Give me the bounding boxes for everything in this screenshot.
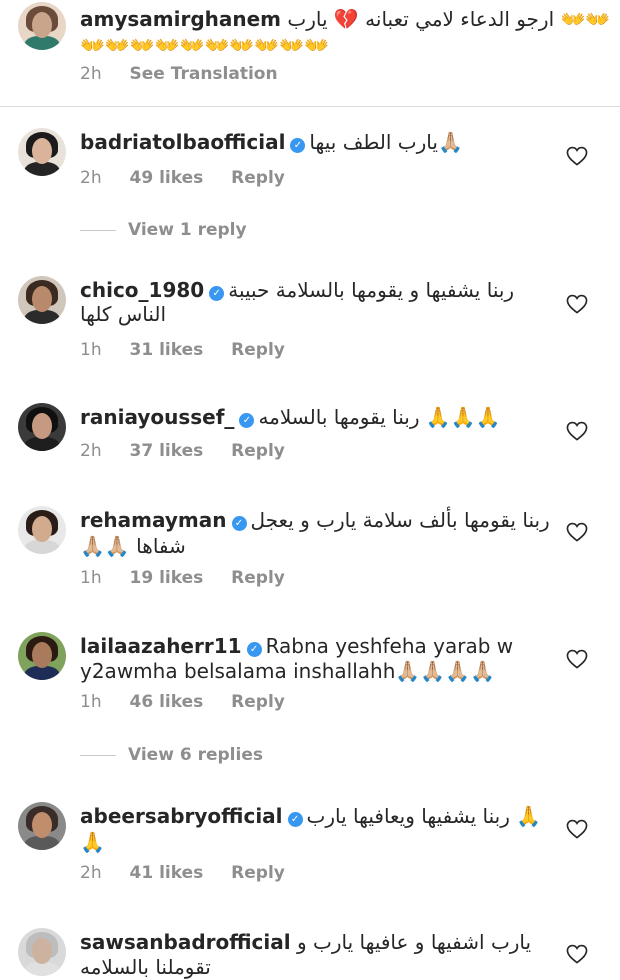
avatar[interactable] xyxy=(18,2,66,50)
comment-meta: 2h 49 likes Reply xyxy=(80,168,307,188)
likes-count[interactable]: 31 likes xyxy=(130,340,204,360)
username[interactable]: rehamayman xyxy=(80,508,227,532)
view-replies-button[interactable]: View 1 reply xyxy=(80,220,247,240)
comment-meta: 1h 31 likes Reply xyxy=(80,340,307,360)
likes-count[interactable]: 37 likes xyxy=(130,441,204,461)
timestamp: 2h xyxy=(80,863,102,883)
comment-raniayoussef_: raniayoussef_ ✓ 🙏🙏🙏 ربنا يقومها بالسلامه 2… xyxy=(0,403,620,473)
avatar[interactable] xyxy=(18,128,66,176)
comment-body-line1: يارب اشفيها و عافيها يارب و xyxy=(296,930,532,954)
comment-body-line2: 🙏🏼🙏🏼 شفاها xyxy=(80,534,186,558)
comment-body-line1: ربنا يقومها بألف سلامة يارب و يعجل xyxy=(250,508,550,532)
comment-abeersabryofficial: abeersabryofficial ✓ 🙏 ربنا يشفيها ويعافيه… xyxy=(0,802,620,892)
likes-count[interactable]: 49 likes xyxy=(130,168,204,188)
verified-badge-icon: ✓ xyxy=(246,642,262,657)
view-replies-button[interactable]: View 6 replies xyxy=(80,745,263,765)
comment-text: badriatolbaofficial ✓ 🙏🏼يارب الطف بيها xyxy=(80,129,550,155)
username[interactable]: raniayoussef_ xyxy=(80,405,234,429)
username[interactable]: sawsanbadrofficial xyxy=(80,930,291,954)
comment-body-line1: 🙏🏼يارب الطف بيها xyxy=(309,130,463,154)
comment-body-line1: 👐👐 ارجو الدعاء لامي تعبانه 💔 يارب xyxy=(287,7,611,31)
heart-icon[interactable] xyxy=(566,294,588,314)
reply-button[interactable]: Reply xyxy=(231,863,285,883)
comment-body-line2: تقوملنا بالسلامه xyxy=(80,955,211,979)
comment-body-line1: Rabna yeshfeha yarab w xyxy=(265,634,514,658)
username[interactable]: chico_1980 xyxy=(80,278,204,302)
verified-badge-icon: ✓ xyxy=(290,138,306,153)
heart-icon[interactable] xyxy=(566,522,588,542)
comment-text: abeersabryofficial ✓ 🙏 ربنا يشفيها ويعافيه… xyxy=(80,803,550,829)
comment-sawsanbadrofficial: sawsanbadrofficial يارب اشفيها و عافيها … xyxy=(0,928,620,979)
likes-count[interactable]: 41 likes xyxy=(130,863,204,883)
comment-meta: 2h 37 likes Reply xyxy=(80,441,307,461)
view-replies-line xyxy=(80,229,116,231)
comment-rehamayman: rehamayman ✓ ربنا يقومها بألف سلامة يارب و… xyxy=(0,506,620,596)
likes-count[interactable]: 46 likes xyxy=(130,692,204,712)
comment-meta: 1h 19 likes Reply xyxy=(80,568,307,588)
divider xyxy=(0,106,620,107)
comment-body-line2: الناس كلها xyxy=(80,302,167,326)
heart-icon[interactable] xyxy=(566,944,588,964)
comment-badriatolbaofficial: badriatolbaofficial ✓ 🙏🏼يارب الطف بيها 2h … xyxy=(0,128,620,198)
username[interactable]: lailaazaherr11 xyxy=(80,634,242,658)
comment-body-line2: y2awmha belsalama inshallahh🙏🏼🙏🏼🙏🏼🙏🏼 xyxy=(80,659,495,683)
username[interactable]: badriatolbaofficial xyxy=(80,130,285,154)
comment-chico_1980: chico_1980 ✓ ربنا يشفيها و يقومها بالسلامة… xyxy=(0,276,620,366)
comment-body-line1: 🙏 ربنا يشفيها ويعافيها يارب xyxy=(306,804,542,828)
avatar[interactable] xyxy=(18,802,66,850)
reply-button[interactable]: Reply xyxy=(231,441,285,461)
comment-body-line1: 🙏🙏🙏 ربنا يقومها بالسلامه xyxy=(258,405,501,429)
comment-text: sawsanbadrofficial يارب اشفيها و عافيها … xyxy=(80,929,550,955)
comment-amysamirghanem: amysamirghanem 👐👐 ارجو الدعاء لامي تعبان… xyxy=(0,0,620,100)
avatar[interactable] xyxy=(18,506,66,554)
timestamp: 1h xyxy=(80,568,102,588)
username[interactable]: abeersabryofficial xyxy=(80,804,283,828)
verified-badge-icon: ✓ xyxy=(231,516,247,531)
comment-text: raniayoussef_ ✓ 🙏🙏🙏 ربنا يقومها بالسلامه xyxy=(80,404,550,430)
comment-text: amysamirghanem 👐👐 ارجو الدعاء لامي تعبان… xyxy=(80,6,610,32)
heart-icon[interactable] xyxy=(566,819,588,839)
heart-icon[interactable] xyxy=(566,421,588,441)
timestamp: 1h xyxy=(80,340,102,360)
verified-badge-icon: ✓ xyxy=(239,413,255,428)
heart-icon[interactable] xyxy=(566,649,588,669)
avatar[interactable] xyxy=(18,403,66,451)
comment-body-line2: 🙏 xyxy=(80,830,105,854)
comment-meta: 2h 41 likes Reply xyxy=(80,863,307,883)
timestamp: 2h xyxy=(80,64,102,84)
comment-body-line2: 👐👐👐👐👐👐👐👐👐👐 xyxy=(80,33,330,57)
reply-button[interactable]: Reply xyxy=(231,340,285,360)
reply-button[interactable]: Reply xyxy=(231,168,285,188)
comment-meta: 1h 46 likes Reply xyxy=(80,692,307,712)
reply-button[interactable]: Reply xyxy=(231,568,285,588)
comment-lailaazaherr11: lailaazaherr11 ✓ Rabna yeshfeha yarab w y2… xyxy=(0,632,620,722)
timestamp: 1h xyxy=(80,692,102,712)
timestamp: 2h xyxy=(80,441,102,461)
heart-icon[interactable] xyxy=(566,146,588,166)
avatar[interactable] xyxy=(18,276,66,324)
comment-body-line1: ربنا يشفيها و يقومها بالسلامة حبيبة xyxy=(228,278,515,302)
reply-button[interactable]: Reply xyxy=(231,692,285,712)
comment-meta: 2h See Translation xyxy=(80,64,300,84)
avatar[interactable] xyxy=(18,928,66,976)
likes-count[interactable]: 19 likes xyxy=(130,568,204,588)
see-translation-link[interactable]: See Translation xyxy=(130,64,278,84)
comment-text: lailaazaherr11 ✓ Rabna yeshfeha yarab w xyxy=(80,633,550,659)
timestamp: 2h xyxy=(80,168,102,188)
view-replies-label: View 6 replies xyxy=(128,745,263,765)
avatar[interactable] xyxy=(18,632,66,680)
verified-badge-icon: ✓ xyxy=(287,812,303,827)
verified-badge-icon: ✓ xyxy=(209,286,225,301)
view-replies-line xyxy=(80,754,116,756)
comment-text: chico_1980 ✓ ربنا يشفيها و يقومها بالسلامة… xyxy=(80,277,550,303)
view-replies-label: View 1 reply xyxy=(128,220,247,240)
username[interactable]: amysamirghanem xyxy=(80,7,281,31)
comment-text: rehamayman ✓ ربنا يقومها بألف سلامة يارب و… xyxy=(80,507,550,533)
